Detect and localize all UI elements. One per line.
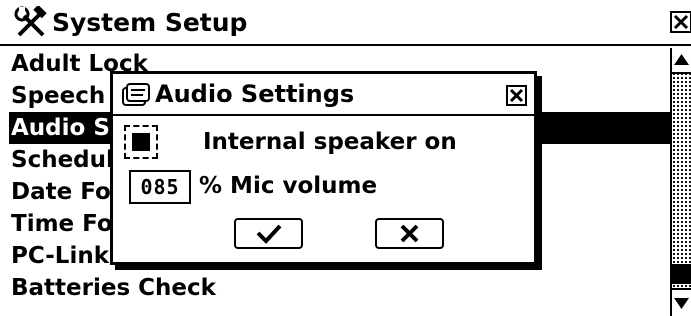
scroll-up-icon[interactable] xyxy=(672,48,691,74)
window-title: System Setup xyxy=(52,8,248,37)
cancel-button[interactable] xyxy=(375,218,444,249)
list-item-label: Speech xyxy=(11,83,106,109)
scrollbar[interactable] xyxy=(670,48,691,316)
audio-settings-dialog: Audio Settings Internal speaker on 085 %… xyxy=(110,71,537,265)
close-icon[interactable] xyxy=(506,85,527,106)
internal-speaker-label: Internal speaker on xyxy=(203,129,457,155)
checkbox-fill xyxy=(132,133,150,151)
mic-volume-label: % Mic volume xyxy=(199,173,378,199)
list-item-label: Batteries Check xyxy=(11,275,216,301)
title-bar: System Setup xyxy=(0,0,691,46)
dialog-title: Audio Settings xyxy=(155,80,355,108)
dialog-title-bar: Audio Settings xyxy=(113,74,534,116)
tools-icon xyxy=(14,4,48,40)
ok-button[interactable] xyxy=(234,218,303,249)
mic-volume-field[interactable]: 085 xyxy=(129,170,191,204)
close-icon[interactable] xyxy=(670,11,691,33)
scroll-thumb[interactable] xyxy=(672,264,691,284)
list-item-batteries-check[interactable]: Batteries Check xyxy=(9,272,670,304)
internal-speaker-checkbox[interactable] xyxy=(124,125,158,159)
scroll-down-icon[interactable] xyxy=(672,288,691,316)
card-icon xyxy=(121,82,151,108)
